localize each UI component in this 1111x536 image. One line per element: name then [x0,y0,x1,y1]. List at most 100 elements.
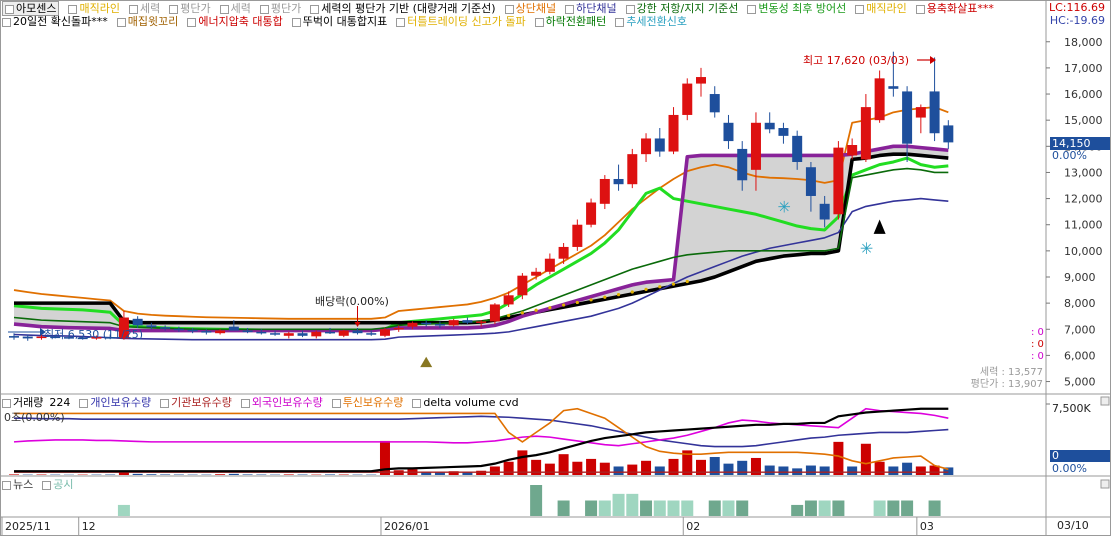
y-tick-label: 12,000 [1064,193,1103,206]
legend-item-4[interactable]: 세력 [219,2,251,15]
legend-item-1[interactable]: 매직라인 [68,2,120,15]
lc-value: LC:116.69 [1048,1,1105,14]
window-frame [0,0,1111,536]
legend-item-10[interactable]: 변동성 최후 방어선 [747,2,846,15]
volume-bar [641,460,652,475]
legend-checkbox-icon[interactable] [169,4,179,14]
stock-chart-canvas[interactable]: 5,000 6,000 7,000 8,000 9,000 10,000 11,000 12,… [0,0,1111,536]
legend-checkbox-icon[interactable] [565,4,575,14]
legend-checkbox-icon[interactable] [259,4,269,14]
legend-checkbox-icon[interactable] [2,17,11,27]
legend2-item-6[interactable]: 추세전환신호 [615,15,687,28]
legend-item-8[interactable]: 하단채널 [565,2,617,15]
news-legend-item-0[interactable]: 뉴스 [2,478,33,491]
legend-checkbox-icon[interactable] [625,4,635,14]
y-tick-label: 7,000 [1064,323,1096,336]
legend-checkbox-icon[interactable] [2,398,11,408]
candle-body [943,125,954,143]
legend-checkbox-icon[interactable] [160,398,170,408]
legend-checkbox-icon[interactable] [747,4,757,14]
candle-body [737,148,748,181]
candle-body [270,333,281,335]
legend-checkbox-icon[interactable] [534,17,544,27]
news-legend-item-1[interactable]: 공시 [42,478,74,491]
legend2-item-3[interactable]: 뚜벅이 대통합지표 [291,15,387,28]
legend-checkbox-icon[interactable] [310,4,320,14]
legend-checkbox-icon[interactable] [187,17,197,27]
legend2-item-4[interactable]: 터틀트레이딩 신고가 돌파 [396,15,526,28]
candle-body [586,202,597,225]
volume-legend-item-4[interactable]: 투신보유수량 [331,396,404,409]
zero-marker-3: : 0 [1031,351,1044,362]
legend-item-6[interactable]: 세력의 평단가 기반 (대량거래 기준선) [310,2,496,15]
legend-checkbox-icon[interactable] [219,4,229,14]
legend-checkbox-icon[interactable] [128,4,138,14]
legend2-item-1[interactable]: 매집윗꼬리 [116,15,178,28]
legend-label: 용축화살표*** [926,2,994,15]
volume-legend-item-5[interactable]: delta volume cvd [412,396,519,409]
volume-legend-item-2[interactable]: 기관보유수량 [160,396,232,409]
candle-body [613,178,624,185]
candle-body [338,330,349,336]
volume-bar [805,465,816,475]
legend-checkbox-icon[interactable] [396,17,406,27]
volume-bar [242,474,253,475]
legend-item-7[interactable]: 상단채널 [504,2,556,15]
legend-checkbox-icon[interactable] [5,4,14,14]
buy-signal-icon [420,356,433,368]
legend-checkbox-icon[interactable] [412,398,422,408]
magic-dot [562,303,566,307]
legend-label: 투신보유수량 [342,396,404,409]
volume-legend-item-3[interactable]: 외국인보유수량 [240,396,323,409]
news-bar [901,500,914,516]
legend2-item-2[interactable]: 에너지압축 대통합 [187,15,283,28]
legend-label: 에너지압축 대통합 [198,15,283,28]
legend-checkbox-icon[interactable] [42,480,52,490]
candle-body [531,271,542,276]
legend-item-9[interactable]: 강한 저항/지지 기준선 [625,2,739,15]
legend-checkbox-icon[interactable] [504,4,514,14]
candle-body [489,304,500,322]
volume-sub: 0조(0.00%) [4,411,65,424]
volume-bar [599,462,610,475]
volume-legend-item-0[interactable]: 거래량 224 [2,396,70,409]
news-bar [653,500,666,516]
legend-checkbox-icon[interactable] [915,4,925,14]
volume-bar [489,466,500,475]
legend-label: 변동성 최후 방어선 [758,2,847,15]
volume-bar [228,473,239,475]
legend-checkbox-icon[interactable] [2,480,11,490]
high-arrow-icon [930,56,936,64]
volume-legend: 거래량 224 개인보유수량 기관보유수량 외국인보유수량 투신보유수량 delta vol… [2,396,528,410]
y-tick-label: 9,000 [1064,271,1096,284]
legend-item-5[interactable]: 평단가 [259,2,301,15]
volume-bar [847,466,858,475]
volume-axis-top: 7,500K [1052,402,1091,415]
legend-checkbox-icon[interactable] [240,398,250,408]
volume-bar [888,466,899,475]
legend-item-0[interactable]: 아모센스 [2,1,60,16]
y-tick-label: 13,000 [1064,166,1103,179]
legend2-item-0[interactable]: 20일전 확신돌파*** [2,15,108,28]
legend-checkbox-icon[interactable] [331,398,341,408]
candle-body [888,86,899,89]
legend-item-11[interactable]: 매직라인 [855,2,907,15]
candle-body [627,154,638,185]
legend-checkbox-icon[interactable] [68,4,78,14]
legend-label: 강한 저항/지지 기준선 [636,2,739,15]
legend-item-12[interactable]: 용축화살표*** [915,2,994,15]
legend-checkbox-icon[interactable] [79,398,89,408]
volume-bar [778,466,789,475]
legend-item-2[interactable]: 세력 [128,2,160,15]
legend2-item-5[interactable]: 하락전환패턴 [534,15,606,28]
candle-body [654,138,665,152]
legend-checkbox-icon[interactable] [291,17,301,27]
legend-checkbox-icon[interactable] [615,17,625,27]
legend-item-3[interactable]: 평단가 [169,2,211,15]
legend-checkbox-icon[interactable] [855,4,865,14]
y-tick-label: 11,000 [1064,219,1103,232]
volume-legend-item-1[interactable]: 개인보유수량 [79,396,151,409]
zero-marker-1: : 0 [1031,327,1044,338]
legend-checkbox-icon[interactable] [116,17,126,27]
main-legend-row2: 20일전 확신돌파*** 매집윗꼬리 에너지압축 대통합 뚜벅이 대통합지표 터틀트레이… [2,15,696,29]
